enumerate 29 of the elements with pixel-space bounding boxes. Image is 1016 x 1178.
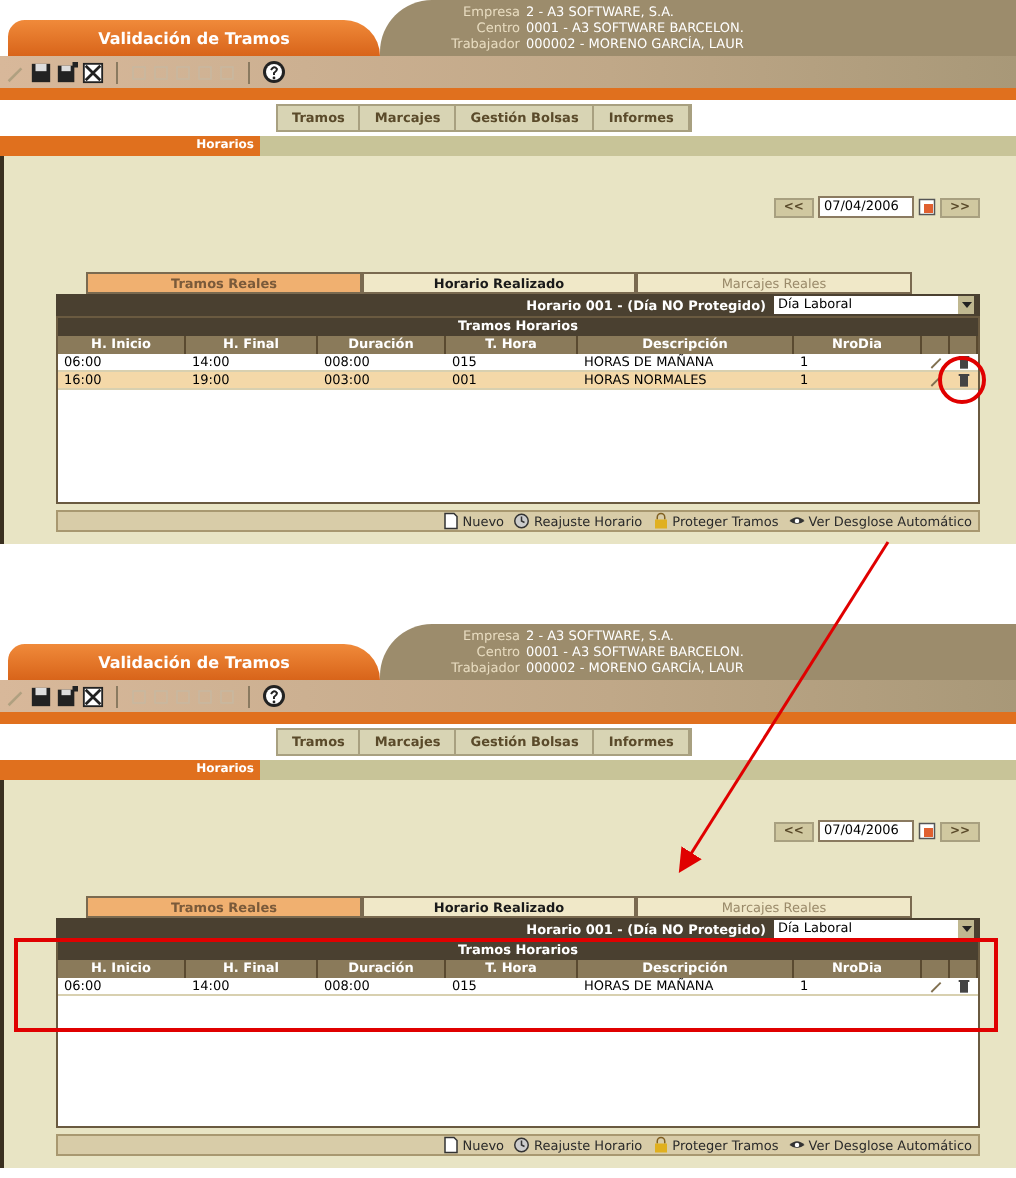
calendar-icon[interactable] [917,822,936,840]
trash-icon[interactable] [956,372,972,388]
save-icon[interactable] [30,61,52,83]
column-header [922,960,950,978]
padlock-icon [652,1136,671,1154]
eye-icon [788,512,807,530]
save-all-icon[interactable] [56,61,78,83]
calendar-icon[interactable] [917,198,936,216]
column-header [950,336,978,354]
save-all-icon[interactable] [56,685,78,707]
clock-icon [514,512,533,530]
document-icon [442,1136,461,1154]
help-icon[interactable] [262,684,286,708]
save-icon[interactable] [30,685,52,707]
window-title: Validación de Tramos [98,653,290,671]
window-title: Validación de Tramos [98,29,290,47]
help-icon[interactable] [262,60,286,84]
caret-icon [961,926,971,932]
caret-icon [961,302,971,308]
close-icon[interactable] [82,61,104,83]
padlock-icon [652,512,671,530]
column-header [922,336,950,354]
column-header [950,960,978,978]
pencil-icon[interactable] [928,978,944,994]
clock-icon [514,1136,533,1154]
document-icon [442,512,461,530]
close-icon[interactable] [82,685,104,707]
trash-icon[interactable] [956,978,972,994]
eye-icon [788,1136,807,1154]
